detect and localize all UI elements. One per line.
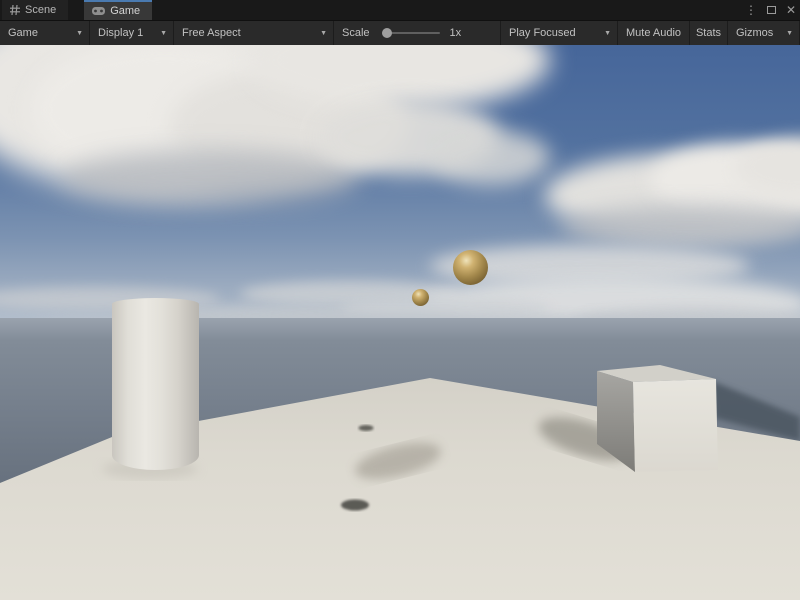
- aspect-ratio-dropdown[interactable]: Free Aspect ▼: [174, 21, 334, 45]
- aspect-label: Free Aspect: [180, 27, 243, 39]
- tab-game-label: Game: [110, 5, 140, 17]
- game-viewport[interactable]: [0, 45, 800, 600]
- gamepad-icon: [92, 7, 105, 15]
- scale-control: Scale 1x: [334, 21, 500, 45]
- gold-sphere-large: [453, 250, 488, 285]
- gold-sphere-small: [412, 289, 429, 306]
- display-target-dropdown[interactable]: Game ▼: [0, 21, 90, 45]
- sphere-object: [384, 378, 462, 456]
- cube-object: [597, 365, 718, 472]
- play-focused-label: Play Focused: [507, 27, 578, 39]
- tab-scene-label: Scene: [25, 4, 56, 16]
- chevron-down-icon: ▼: [598, 30, 611, 37]
- stats-button[interactable]: Stats: [690, 21, 728, 45]
- stats-label: Stats: [694, 27, 723, 39]
- chevron-down-icon: ▼: [314, 30, 327, 37]
- scale-value: 1x: [448, 27, 464, 39]
- maximize-icon[interactable]: [767, 6, 776, 14]
- play-focused-dropdown[interactable]: Play Focused ▼: [500, 21, 618, 45]
- gizmos-label: Gizmos: [734, 27, 775, 39]
- scale-label: Scale: [340, 27, 372, 39]
- chevron-down-icon: ▼: [70, 30, 83, 37]
- scale-slider-knob[interactable]: [382, 28, 392, 38]
- tab-game[interactable]: Game: [84, 0, 152, 20]
- gold-large-shadow: [341, 500, 369, 511]
- cylinder-object: [112, 298, 199, 470]
- unity-editor-window: Scene Game ⋮ ✕ Game ▼ Display 1 ▼ Free A…: [0, 0, 800, 600]
- mute-audio-button[interactable]: Mute Audio: [618, 21, 690, 45]
- tab-bar: Scene Game ⋮ ✕: [0, 0, 800, 20]
- window-controls: ⋮ ✕: [745, 0, 796, 20]
- grid-icon: [10, 5, 20, 15]
- display-label: Display 1: [96, 27, 145, 39]
- scale-slider[interactable]: [382, 32, 440, 34]
- chevron-down-icon: ▼: [780, 30, 793, 37]
- gizmos-dropdown[interactable]: Gizmos ▼: [728, 21, 800, 45]
- display-dropdown[interactable]: Display 1 ▼: [90, 21, 174, 45]
- tab-scene[interactable]: Scene: [2, 0, 68, 20]
- cube-front-face: [633, 379, 718, 472]
- display-target-label: Game: [6, 27, 40, 39]
- kebab-menu-icon[interactable]: ⋮: [745, 4, 757, 16]
- close-icon[interactable]: ✕: [786, 4, 796, 16]
- chevron-down-icon: ▼: [154, 30, 167, 37]
- mute-audio-label: Mute Audio: [624, 27, 683, 39]
- game-view-toolbar: Game ▼ Display 1 ▼ Free Aspect ▼ Scale 1…: [0, 20, 800, 45]
- gold-small-shadow: [359, 425, 374, 431]
